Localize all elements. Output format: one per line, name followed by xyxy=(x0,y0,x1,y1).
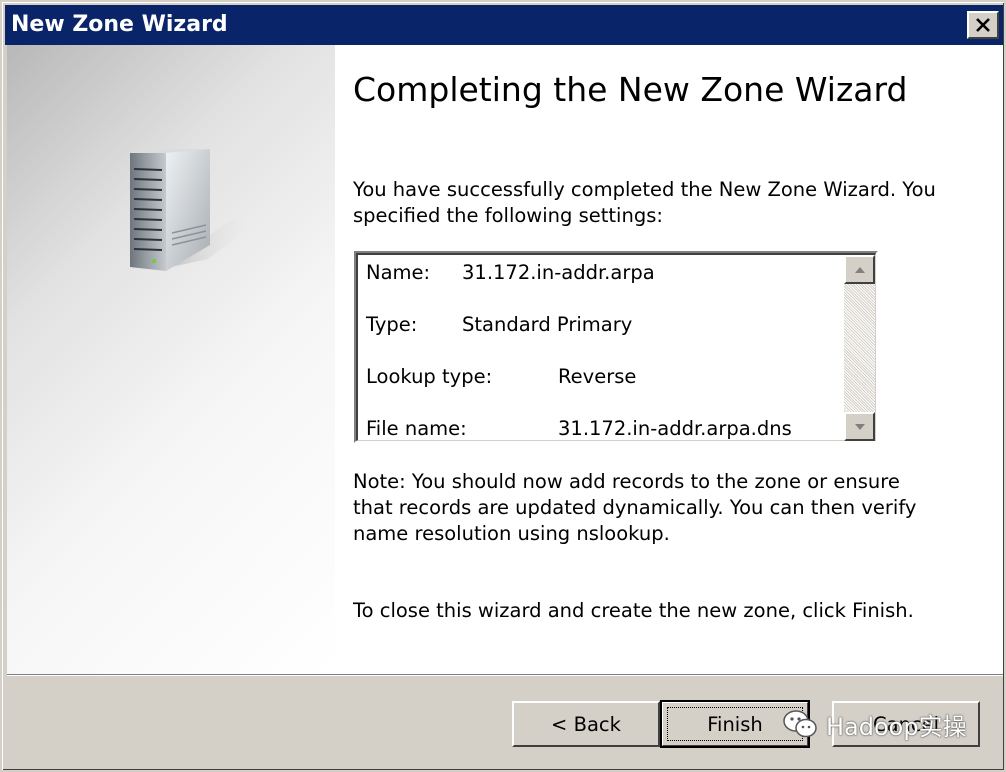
note-line: that records are updated dynamically. Yo… xyxy=(353,496,917,519)
cancel-button[interactable]: Cancel xyxy=(832,701,980,747)
setting-value: Reverse xyxy=(558,365,637,388)
setting-value: Standard Primary xyxy=(462,313,633,336)
setting-value: 31.172.in-addr.arpa xyxy=(462,261,655,284)
scroll-down-button[interactable] xyxy=(844,412,875,441)
server-icon xyxy=(130,149,268,271)
intro-text: You have successfully completed the New … xyxy=(353,177,953,229)
settings-scrollbar[interactable] xyxy=(844,255,875,441)
back-button[interactable]: < Back xyxy=(512,701,660,747)
footer-separator xyxy=(7,674,1003,676)
scroll-up-button[interactable] xyxy=(844,255,875,284)
note-line: Note: You should now add records to the … xyxy=(353,470,900,493)
page-title: Completing the New Zone Wizard xyxy=(353,70,908,109)
title-bar[interactable]: New Zone Wizard xyxy=(5,5,1003,45)
intro-line: You have successfully completed the New … xyxy=(353,178,936,201)
finish-button[interactable]: Finish xyxy=(660,700,810,748)
wizard-side-panel xyxy=(7,45,335,674)
note-line: name resolution using nslookup. xyxy=(353,522,670,545)
intro-line: specified the following settings: xyxy=(353,204,663,227)
setting-label: Lookup type: xyxy=(366,365,493,388)
finish-button-label: Finish xyxy=(707,712,763,736)
triangle-up-icon xyxy=(854,266,865,273)
wizard-content: Completing the New Zone Wizard You have … xyxy=(7,45,1003,674)
setting-label: Name: xyxy=(366,261,431,284)
wizard-window: New Zone Wizard Completing the New Zone … xyxy=(0,0,1006,772)
triangle-down-icon xyxy=(854,423,865,430)
setting-label: Type: xyxy=(366,313,418,336)
note-text: Note: You should now add records to the … xyxy=(353,469,953,547)
settings-summary-inner: Name: 31.172.in-addr.arpa Type: Standard… xyxy=(356,253,876,441)
setting-value: 31.172.in-addr.arpa.dns xyxy=(558,417,792,440)
window-title: New Zone Wizard xyxy=(11,12,228,37)
close-icon xyxy=(976,18,990,32)
setting-label: File name: xyxy=(366,417,467,440)
close-button[interactable] xyxy=(967,11,999,39)
finish-instruction: To close this wizard and create the new … xyxy=(353,599,914,622)
settings-summary-box[interactable]: Name: 31.172.in-addr.arpa Type: Standard… xyxy=(354,251,878,443)
